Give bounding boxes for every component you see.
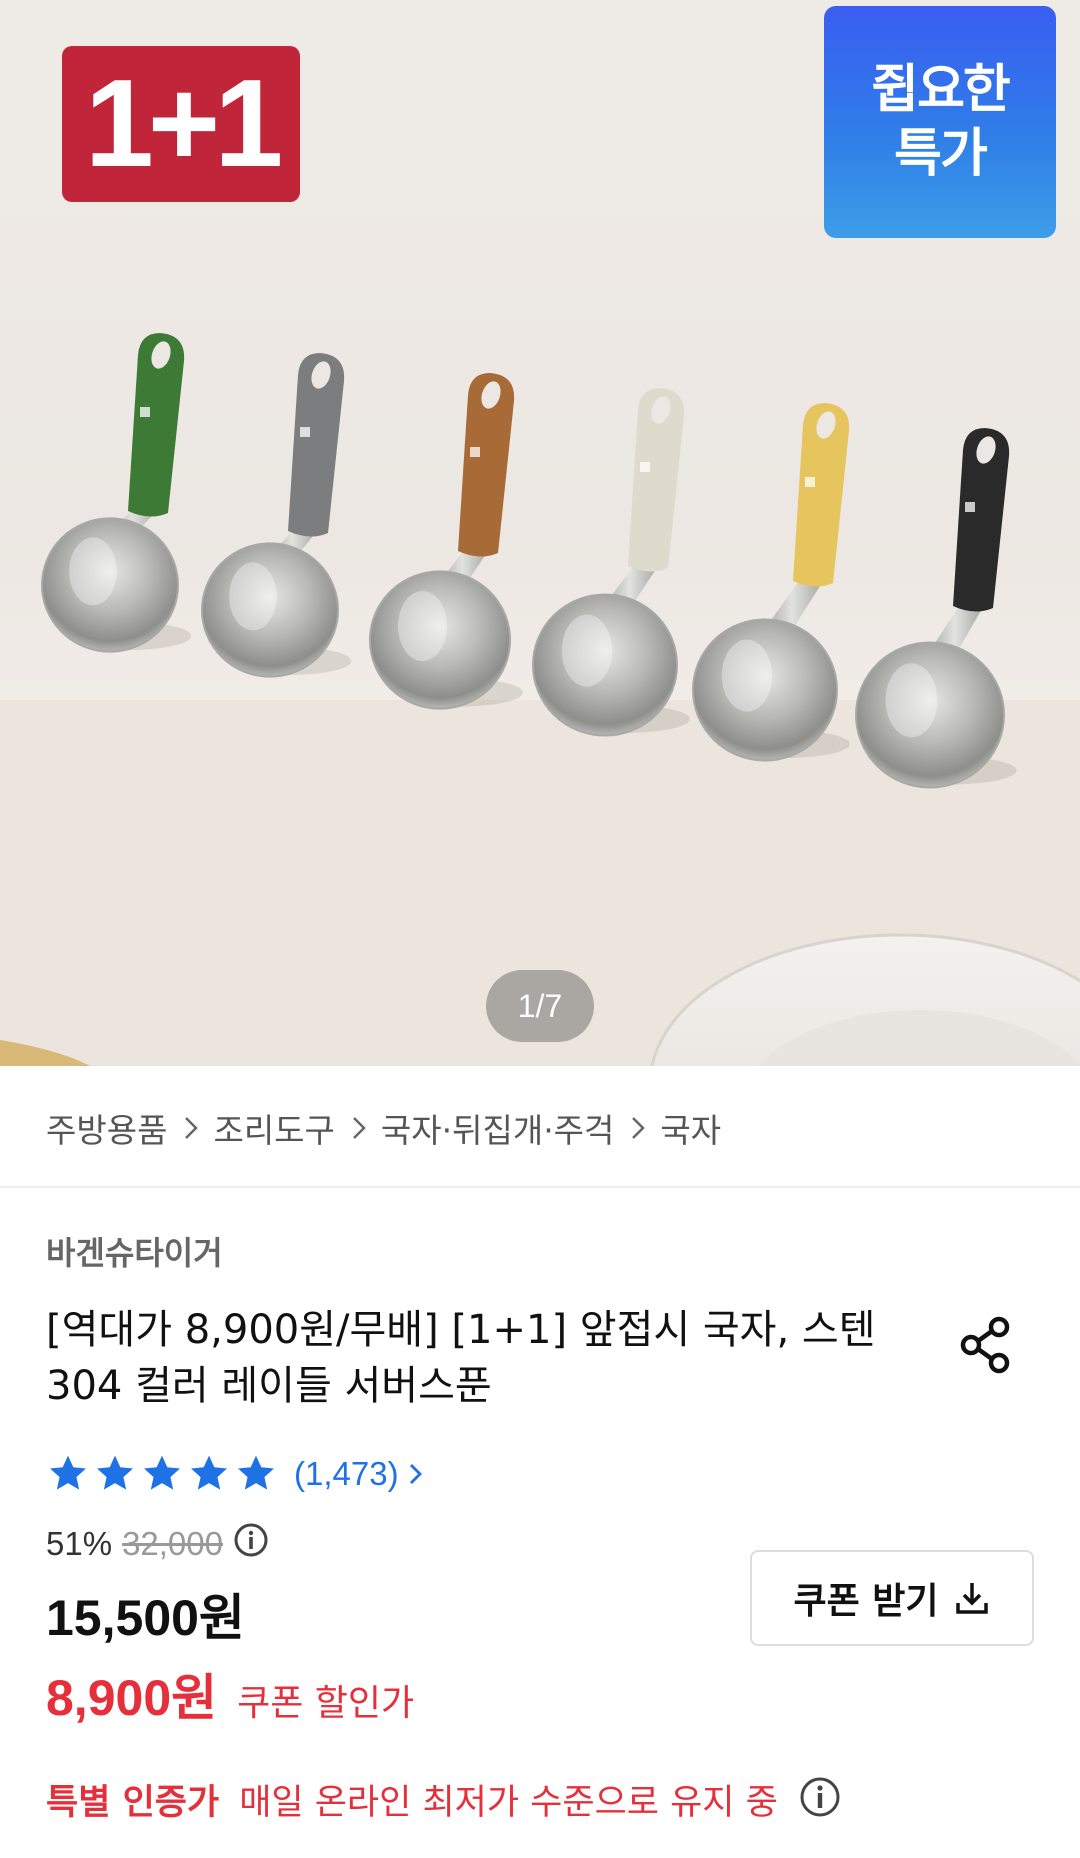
chevron-right-icon	[630, 1115, 646, 1141]
certified-price-row: 특별 인증가 매일 온라인 최저가 수준으로 유지 중	[46, 1774, 842, 1824]
original-price: 32,000	[122, 1525, 223, 1562]
ladle	[855, 428, 1017, 789]
star-icon	[238, 1455, 274, 1490]
coupon-price: 8,900원	[46, 1670, 218, 1726]
price-meta: 51% 32,000	[46, 1520, 269, 1568]
star-rating	[46, 1452, 278, 1496]
share-button[interactable]	[955, 1313, 1019, 1377]
ladle	[201, 353, 352, 678]
ladle	[692, 403, 850, 762]
coupon-price-row: 8,900원 쿠폰 할인가	[46, 1658, 414, 1730]
review-count: (1,473)	[294, 1455, 399, 1492]
chevron-right-icon	[351, 1115, 367, 1141]
info-icon	[800, 1777, 840, 1817]
price-info-button[interactable]	[233, 1522, 269, 1566]
star-icon	[191, 1455, 227, 1490]
special-deal-badge: 쥡요한 특가	[824, 6, 1056, 238]
certified-price-label: 특별 인증가	[46, 1782, 220, 1823]
coupon-button-label: 쿠폰 받기	[793, 1581, 939, 1622]
discount-rate: 51%	[46, 1525, 113, 1562]
ladle	[41, 333, 192, 653]
info-icon	[234, 1523, 268, 1557]
rating-row[interactable]: (1,473)	[46, 1448, 427, 1500]
breadcrumb-item[interactable]: 조리도구	[213, 1104, 334, 1152]
breadcrumb-item[interactable]: 국자·뒤집개·주걱	[381, 1104, 615, 1152]
coupon-price-label: 쿠폰 할인가	[237, 1683, 415, 1724]
star-icon	[97, 1455, 133, 1490]
breadcrumb-item[interactable]: 국자	[660, 1104, 721, 1152]
download-icon	[955, 1583, 988, 1614]
breadcrumb-item[interactable]: 주방용품	[46, 1104, 167, 1152]
download-coupon-button[interactable]: 쿠폰 받기	[750, 1550, 1034, 1646]
star-icon	[50, 1455, 86, 1490]
certified-price-info-button[interactable]	[798, 1775, 842, 1823]
product-image-carousel[interactable]: 1+1 쥡요한 특가 1/7	[0, 0, 1080, 1066]
special-deal-badge-line2: 특가	[894, 124, 988, 184]
section-divider	[0, 1186, 1080, 1188]
review-count-link[interactable]: (1,473)	[294, 1455, 427, 1493]
promo-1plus1-badge: 1+1	[62, 46, 300, 202]
special-deal-badge-line1: 쥡요한	[871, 60, 1011, 120]
ladle	[369, 373, 523, 710]
product-title: [역대가 8,900원/무배] [1+1] 앞접시 국자, 스텐304 컬러 레…	[46, 1307, 876, 1409]
certified-price-description: 매일 온라인 최저가 수준으로 유지 중	[239, 1782, 778, 1823]
chevron-right-icon	[183, 1115, 199, 1141]
chevron-right-icon	[409, 1464, 422, 1484]
ladle	[532, 388, 690, 737]
image-counter: 1/7	[486, 970, 594, 1042]
star-icon	[144, 1455, 180, 1490]
breadcrumb: 주방용품 조리도구 국자·뒤집개·주걱 국자	[46, 1098, 721, 1158]
sale-price: 15,500원	[46, 1590, 245, 1646]
brand-name[interactable]: 바겐슈타이거	[46, 1228, 223, 1274]
share-icon	[960, 1316, 1010, 1374]
